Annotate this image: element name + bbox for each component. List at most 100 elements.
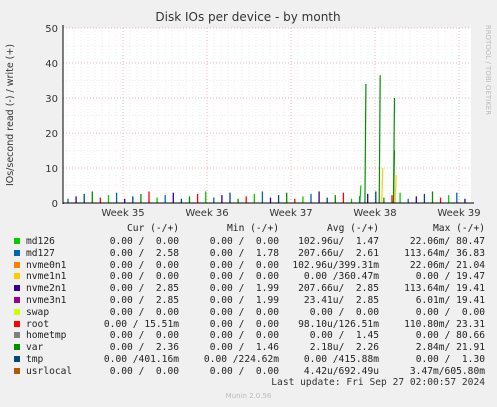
legend-name: nvme3n1 [26,295,67,306]
legend-cur: 0.00 / 2.85 [109,283,179,295]
legend-row-md127: md127 0.00 / 2.58 0.00 / 1.78 207.66u/ 2.61… [0,248,497,260]
legend-min: 0.00 / 0.00 [209,330,279,342]
legend-avg: 0.00 / 1.45 [309,330,379,342]
legend-min: 0.00 / 1.78 [209,247,279,259]
legend-row-root: root 0.00 / 15.51m 0.00 / 0.00 98.10u/126.5… [0,319,497,331]
y-tick-label: 40 [45,59,58,70]
legend-name: root [26,318,50,330]
legend-name: nvme2n1 [26,283,67,295]
legend-avg: 2.18u/ 2.26 [309,342,379,354]
legend-swatch [14,297,20,303]
legend-avg: 0.00 / 0.00 [309,306,379,318]
x-tick-label: Week 37 [269,208,312,219]
legend-swatch [14,238,20,244]
legend-row-hometmp: hometmp 0.00 / 0.00 0.00 / 0.00 0.00 / 1.45… [0,330,497,342]
legend-cur: 0.00 / 0.00 [109,271,179,283]
legend-row-tmp: tmp 0.00 /401.16m 0.00 /224.62m 0.00 /415.8… [0,354,497,366]
legend-name: usrlocal [26,365,73,377]
legend-max: 0.00 / 1.30 [415,354,485,365]
legend-min: 0.00 / 0.00 [209,318,279,330]
legend-max: 0.00 / 19.47 [415,271,485,283]
legend-name: nvme1n1 [26,271,67,283]
legend-max: 113.64m/ 36.83 [404,247,485,259]
legend-avg: 98.10u/126.51m [298,318,379,330]
legend-avg: 4.42u/692.49u [303,365,379,377]
legend-max: 22.06m/ 80.47 [409,236,485,247]
legend-name: md127 [26,247,55,259]
x-tick-label: Week 39 [437,208,480,219]
x-tick-label: Week 38 [353,208,396,219]
legend-row-nvme1n1: nvme1n1 0.00 / 0.00 0.00 / 0.00 0.00 /360.4… [0,271,497,283]
legend-max: 0.00 / 0.00 [415,306,485,318]
legend-min: 0.00 / 0.00 [209,306,279,318]
legend-avg: 102.96u/399.31m [292,259,379,271]
legend-name: swap [26,306,50,318]
legend-min: 0.00 / 0.00 [209,271,279,283]
legend-max: 113.64m/ 19.41 [404,283,485,295]
y-tick-label: 0 [52,199,58,210]
y-tick-label: 50 [45,24,58,35]
legend-cur: 0.00 / 2.58 [109,247,179,259]
legend-swatch [14,249,20,256]
legend-avg: 0.00 /415.88m [303,354,379,365]
chart-area: 0 10 20 30 40 50 Week 35 Week 36 Week 37 Week 38… [0,0,497,222]
legend-name: md126 [26,236,55,247]
legend-min: 0.00 / 0.00 [209,365,279,377]
legend-max: 6.01m/ 19.41 [415,295,485,306]
legend-swatch [14,285,20,292]
chart-title: Disk IOs per device - by month [155,10,340,24]
legend-avg: 207.66u/ 2.61 [298,247,379,259]
legend-min: 0.00 /224.62m [203,354,279,365]
header-cur: Cur (-/+) [127,223,179,234]
legend-cur: 0.00 / 2.85 [109,295,179,306]
legend-cur: 0.00 / 0.00 [109,330,179,342]
legend-swatch [14,367,20,374]
legend-name: nvme0n1 [26,259,67,271]
legend-swatch [14,344,20,351]
y-axis-label: IOs/second read (-) / write (+) [5,44,16,186]
legend-cur: 0.00 /401.16m [103,354,179,365]
legend-row-nvme2n1: nvme2n1 0.00 / 2.85 0.00 / 1.99 207.66u/ 2.… [0,283,497,295]
legend-header: Cur (-/+) Min (-/+) Avg (-/+) Max (-/+) [0,223,497,235]
legend-max: 2.84m/ 21.91 [415,342,485,354]
legend-swatch [14,273,20,280]
legend-swatch [14,332,20,339]
legend-max: 0.00 / 80.66 [415,330,485,342]
legend-avg: 207.66u/ 2.85 [298,283,379,295]
header-min: Min (-/+) [227,223,279,234]
legend-cur: 0.00 / 15.51m [103,318,179,330]
header-avg: Avg (-/+) [327,223,379,234]
legend-row-swap: swap 0.00 / 0.00 0.00 / 0.00 0.00 / 0.00 0.0… [0,307,497,319]
rrdtool-watermark: RRDTOOL / TOBI OETIKER [484,25,492,115]
legend-avg: 102.96u/ 1.47 [298,236,379,247]
x-tick-label: Week 35 [101,208,144,219]
legend-row-usrlocal: usrlocal 0.00 / 0.00 0.00 / 0.00 4.42u/692.… [0,366,497,378]
legend-row-nvme3n1: nvme3n1 0.00 / 2.85 0.00 / 1.99 23.41u/ 2.8… [0,295,497,307]
legend-cur: 0.00 / 0.00 [109,236,179,247]
y-tick-label: 10 [45,164,58,175]
legend-min: 0.00 / 0.00 [209,259,279,271]
legend-swatch [14,356,20,362]
legend-name: var [26,342,44,354]
legend-max: 22.06m/ 21.04 [409,259,485,271]
legend-min: 0.00 / 1.46 [209,342,279,354]
legend-swatch [14,320,20,327]
legend-cur: 0.00 / 2.36 [109,342,179,354]
legend-max: 110.80m/ 23.31 [404,318,485,330]
legend-min: 0.00 / 1.99 [209,283,279,295]
legend-swatch [14,308,20,315]
legend-cur: 0.00 / 0.00 [109,259,179,271]
legend-cur: 0.00 / 0.00 [109,306,179,318]
legend-row-nvme0n1: nvme0n1 0.00 / 0.00 0.00 / 0.00 102.96u/399… [0,260,497,272]
legend-min: 0.00 / 0.00 [209,236,279,247]
legend-row-var: var 0.00 / 2.36 0.00 / 1.46 2.18u/ 2.26 2.84… [0,342,497,354]
legend-name: tmp [26,354,44,365]
y-tick-label: 20 [45,129,58,140]
legend-max: 3.47m/605.80m [409,365,485,377]
legend-min: 0.00 / 1.99 [209,295,279,306]
munin-version: Munin 2.0.56 [225,392,272,400]
y-tick-label: 30 [45,94,58,105]
legend-swatch [14,261,20,268]
header-max: Max (-/+) [433,223,485,234]
legend-cur: 0.00 / 0.00 [109,365,179,377]
